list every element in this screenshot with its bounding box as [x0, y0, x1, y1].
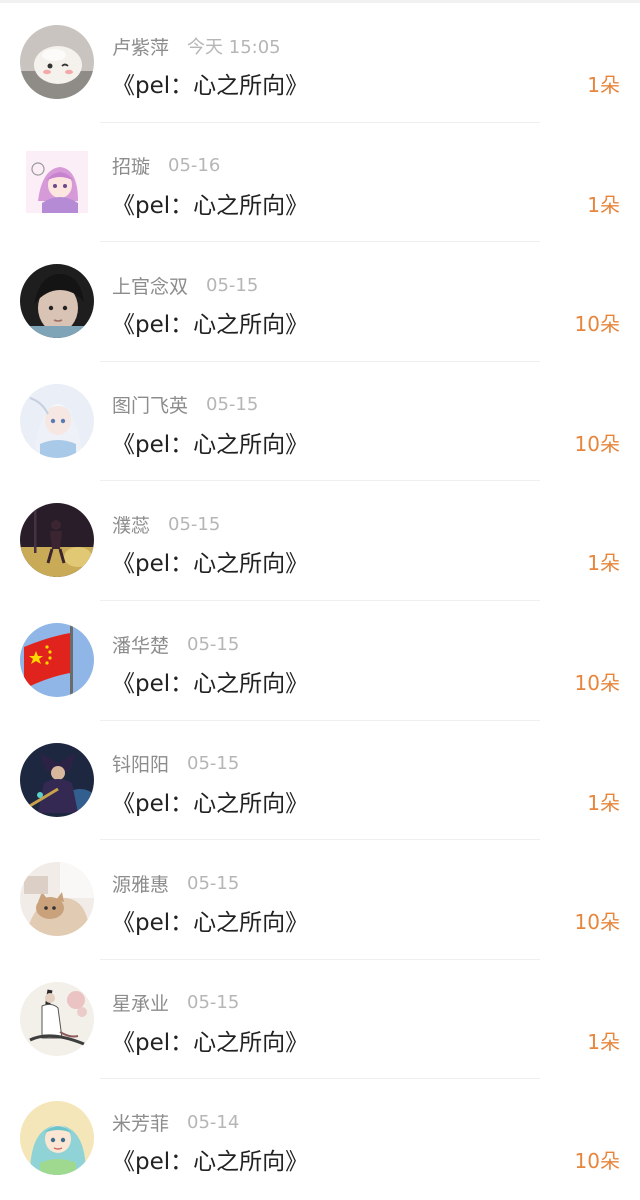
avatar-cat-photo-icon[interactable]	[20, 862, 94, 937]
list-item[interactable]: 潘华楚 05-15 《pel：心之所向》 10朵	[0, 601, 640, 721]
avatar-cartoon-girl-icon[interactable]	[20, 1101, 94, 1176]
list-item[interactable]: 上官念双 05-15 《pel：心之所向》 10朵	[0, 242, 640, 362]
send-time: 05-15	[206, 394, 259, 416]
list-item[interactable]: 濮蕊 05-15 《pel：心之所向》 1朵	[0, 481, 640, 601]
sender-line: 濮蕊 05-15	[112, 511, 220, 537]
list-item[interactable]: 钭阳阳 05-15 《pel：心之所向》 1朵	[0, 720, 640, 841]
list-item[interactable]: 卢紫萍 今天 15:05 《pel：心之所向》 1朵	[0, 3, 640, 123]
send-time: 05-15	[187, 872, 240, 894]
avatar-fairy-doll-icon[interactable]	[20, 383, 94, 458]
sender-line: 招璇 05-16	[112, 153, 220, 179]
list-item[interactable]: 星承业 05-15 《pel：心之所向》 1朵	[0, 959, 640, 1080]
list-item[interactable]: 源雅惠 05-15 《pel：心之所向》 10朵	[0, 840, 640, 960]
gift-title: 《pel：心之所向》	[112, 192, 309, 219]
flower-count: 10朵	[574, 1149, 620, 1174]
gift-title: 《pel：心之所向》	[112, 790, 309, 817]
sender-name[interactable]: 星承业	[112, 989, 169, 1016]
list-item[interactable]: 招璇 05-16 《pel：心之所向》 1朵	[0, 122, 640, 243]
gift-title: 《pel：心之所向》	[112, 73, 309, 99]
avatar-red-flag-icon[interactable]	[20, 623, 94, 697]
gift-title: 《pel：心之所向》	[112, 910, 309, 937]
gift-title: 《pel：心之所向》	[112, 1149, 309, 1176]
avatar-child-photo-icon[interactable]	[20, 264, 94, 339]
sender-line: 星承业 05-15	[112, 990, 239, 1016]
send-time: 05-16	[168, 155, 221, 177]
sender-name[interactable]: 潘华楚	[112, 631, 169, 658]
sender-name[interactable]: 米芳菲	[112, 1109, 169, 1136]
sender-name[interactable]: 钭阳阳	[112, 750, 169, 777]
sender-name[interactable]: 图门飞英	[112, 391, 188, 418]
flower-count: 1朵	[587, 1029, 620, 1054]
flower-count: 1朵	[587, 192, 620, 217]
gift-record-list: 卢紫萍 今天 15:05 《pel：心之所向》 1朵 招璇 05-16 《pel…	[0, 0, 640, 1200]
send-time: 05-15	[206, 274, 259, 296]
sender-line: 图门飞英 05-15	[112, 392, 258, 418]
avatar-game-character-icon[interactable]	[20, 742, 94, 817]
avatar-cute-mochi-icon[interactable]	[20, 25, 94, 99]
sender-name[interactable]: 源雅惠	[112, 870, 169, 897]
sender-line: 源雅惠 05-15	[112, 870, 239, 896]
send-time: 今天 15:05	[187, 37, 281, 58]
flower-count: 1朵	[587, 551, 620, 576]
flower-count: 1朵	[587, 790, 620, 815]
avatar-anime-girl-pink-icon[interactable]	[20, 144, 94, 219]
sender-name[interactable]: 卢紫萍	[112, 33, 169, 60]
send-time: 05-15	[187, 992, 240, 1014]
sender-name[interactable]: 招璇	[112, 152, 150, 179]
flower-count: 10朵	[574, 431, 620, 456]
list-item[interactable]: 图门飞英 05-15 《pel：心之所向》 10朵	[0, 361, 640, 482]
gift-title: 《pel：心之所向》	[112, 431, 309, 458]
sender-line: 卢紫萍 今天 15:05	[112, 33, 281, 59]
gift-title: 《pel：心之所向》	[112, 312, 309, 339]
send-time: 05-14	[187, 1111, 240, 1133]
sender-line: 米芳菲 05-14	[112, 1109, 239, 1135]
sender-line: 钭阳阳 05-15	[112, 751, 239, 777]
flower-count: 10朵	[574, 312, 620, 337]
send-time: 05-15	[168, 513, 221, 535]
flower-count: 1朵	[587, 73, 620, 97]
sender-name[interactable]: 濮蕊	[112, 511, 150, 538]
list-item[interactable]: 米芳菲 05-14 《pel：心之所向》 10朵	[0, 1079, 640, 1199]
avatar-ink-painting-icon[interactable]	[20, 981, 94, 1056]
gift-title: 《pel：心之所向》	[112, 1029, 309, 1056]
flower-count: 10朵	[574, 910, 620, 935]
sender-name[interactable]: 上官念双	[112, 272, 188, 299]
gift-title: 《pel：心之所向》	[112, 671, 309, 697]
sender-line: 上官念双 05-15	[112, 272, 258, 298]
gift-title: 《pel：心之所向》	[112, 551, 309, 578]
sender-line: 潘华楚 05-15	[112, 631, 239, 657]
avatar-night-silhouette-icon[interactable]	[20, 503, 94, 578]
send-time: 05-15	[187, 633, 240, 655]
flower-count: 10朵	[574, 671, 620, 695]
send-time: 05-15	[187, 753, 240, 775]
